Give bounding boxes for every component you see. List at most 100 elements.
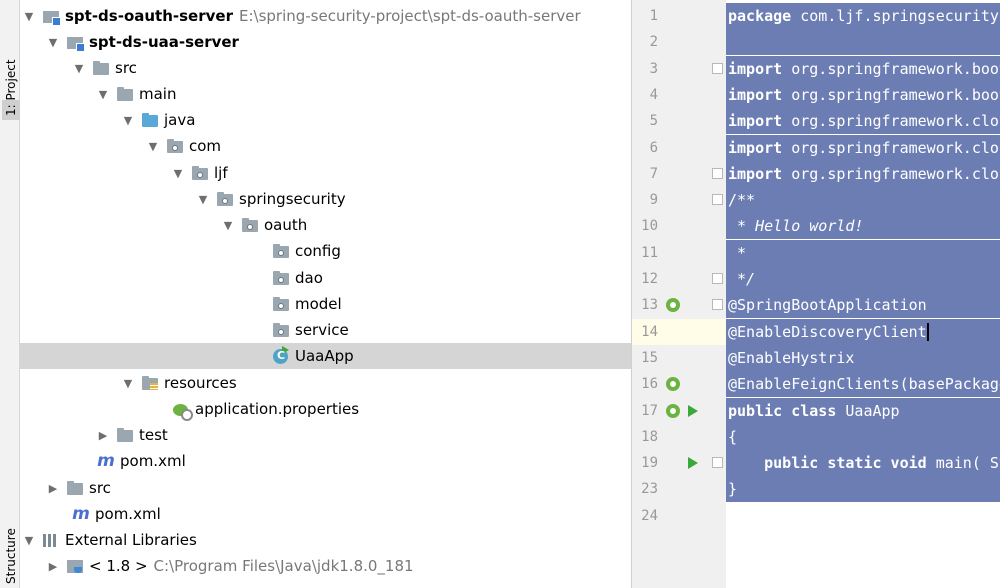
tree-item-uaa-server[interactable]: ▼ spt-ds-uaa-server [20,29,631,55]
fold-marker-icon[interactable] [712,273,723,284]
tree-item-main[interactable]: ▼ main [20,81,631,107]
tree-item-label: pom.xml [95,505,161,523]
code-text: org.springframework.boot [782,86,1000,104]
expand-arrow-icon[interactable]: ▼ [146,139,160,153]
expand-arrow-icon[interactable]: ▼ [46,35,60,49]
tree-item-uaaapp[interactable]: UaaApp [20,343,631,369]
expand-arrow-icon[interactable]: ▼ [72,61,86,75]
expand-arrow-icon[interactable]: ▼ [171,166,185,180]
resources-folder-icon [141,375,159,391]
tree-item-ljf[interactable]: ▼ ljf [20,160,631,186]
tree-item-application-properties[interactable]: application.properties [20,396,631,422]
expand-arrow-icon[interactable]: ▼ [22,533,36,547]
module-icon [42,8,61,26]
expand-arrow-icon[interactable]: ▼ [121,113,135,127]
package-icon [272,296,290,312]
tree-item-label: resources [164,374,237,392]
line-number: 18 [641,429,658,445]
tree-item-path: E:\spring-security-project\spt-ds-oauth-… [238,7,581,25]
expand-arrow-icon[interactable]: ▼ [221,218,235,232]
project-tool-tab[interactable]: 1: Project [2,59,20,120]
gutter-line: 18 [632,424,726,450]
fold-marker-icon[interactable] [712,299,723,310]
tree-item-label: ljf [214,164,228,182]
tree-item-label: main [139,85,177,103]
line-number: 15 [641,350,658,366]
tree-item-dao[interactable]: dao [20,265,631,291]
tree-item-external-libraries[interactable]: ▼ External Libraries [20,527,631,553]
gutter-line: 4 [632,82,726,108]
tree-item-pom-xml-root[interactable]: m pom.xml [20,501,631,527]
code-text: org.springframework.clou [782,165,1000,183]
tree-item-label: model [295,295,342,313]
line-number: 1 [649,8,658,24]
code-editor[interactable]: 1 2 3 4 5 6 7 9 10 11 12 13 14 15 16 17 18 19 23 24 package… [631,0,1000,588]
tree-item-label: spt-ds-oauth-server [65,7,233,25]
gutter-line: 12 [632,266,726,292]
tree-item-pom-xml[interactable]: m pom.xml [20,448,631,474]
tree-item-service[interactable]: service [20,317,631,343]
tool-window-stripe: 1: Project Structure [0,0,20,588]
tree-item-label: config [295,242,341,260]
spring-bean-icon[interactable] [666,404,680,418]
tree-item-oauth-server[interactable]: ▼ spt-ds-oauth-server E:\spring-security… [20,3,631,29]
code-line: /** [726,187,1000,213]
fold-marker-icon[interactable] [712,194,723,205]
code-line: import org.springframework.boot [726,82,1000,108]
code-text: com.ljf.springsecurity. [791,7,1000,25]
code-line: import org.springframework.clou [726,161,1000,187]
tree-item-src[interactable]: ▼ src [20,55,631,81]
gutter-line: 19 [632,450,726,476]
tree-item-oauth[interactable]: ▼ oauth [20,212,631,238]
fold-marker-icon[interactable] [712,168,723,179]
tree-item-model[interactable]: model [20,291,631,317]
tree-item-label: springsecurity [239,190,346,208]
collapse-arrow-icon[interactable]: ▶ [96,428,110,442]
expand-arrow-icon[interactable]: ▼ [96,87,110,101]
code-line: } [726,476,1000,502]
expand-arrow-icon[interactable]: ▼ [22,9,36,23]
tree-item-com[interactable]: ▼ com [20,133,631,159]
line-number: 4 [649,87,658,103]
folder-icon [92,60,110,76]
code-line: */ [726,266,1000,292]
line-number: 16 [641,376,658,392]
tree-item-test[interactable]: ▶ test [20,422,631,448]
tree-item-src-root[interactable]: ▶ src [20,475,631,501]
fold-marker-icon[interactable] [712,63,723,74]
tree-item-springsecurity[interactable]: ▼ springsecurity [20,186,631,212]
fold-marker-icon[interactable] [712,457,723,468]
tree-item-label: < 1.8 > [89,557,148,575]
code-keyword: import [728,112,783,130]
tree-item-jdk[interactable]: ▶ < 1.8 > C:\Program Files\Java\jdk1.8.0… [20,553,631,579]
tree-item-java[interactable]: ▼ java [20,107,631,133]
gutter-line: 5 [632,108,726,134]
expand-arrow-icon[interactable]: ▼ [196,192,210,206]
code-text: org.springframework.clou [782,139,1000,157]
line-number: 10 [641,218,658,234]
package-icon [272,243,290,259]
maven-icon: m [97,451,115,471]
line-number: 5 [649,113,658,129]
spring-bean-icon[interactable] [666,298,680,312]
tree-item-label: service [295,321,349,339]
gutter-line: 23 [632,476,726,502]
package-icon [272,322,290,338]
line-number: 6 [649,140,658,156]
expand-arrow-icon[interactable]: ▼ [121,376,135,390]
code-line: { [726,424,1000,450]
run-icon[interactable] [688,457,698,469]
collapse-arrow-icon[interactable]: ▶ [46,559,60,573]
tree-item-config[interactable]: config [20,238,631,264]
spring-bean-icon[interactable] [666,377,680,391]
gutter-line: 24 [632,503,726,529]
line-number: 2 [649,34,658,50]
collapse-arrow-icon[interactable]: ▶ [46,481,60,495]
code-line: @EnableHystrix [726,345,1000,371]
structure-tool-tab[interactable]: Structure [2,528,20,588]
libraries-icon [42,532,60,548]
tree-item-resources[interactable]: ▼ resources [20,370,631,396]
code-area[interactable]: package com.ljf.springsecurity. import or… [726,0,1000,588]
run-icon[interactable] [688,405,698,417]
maven-icon: m [72,504,90,524]
